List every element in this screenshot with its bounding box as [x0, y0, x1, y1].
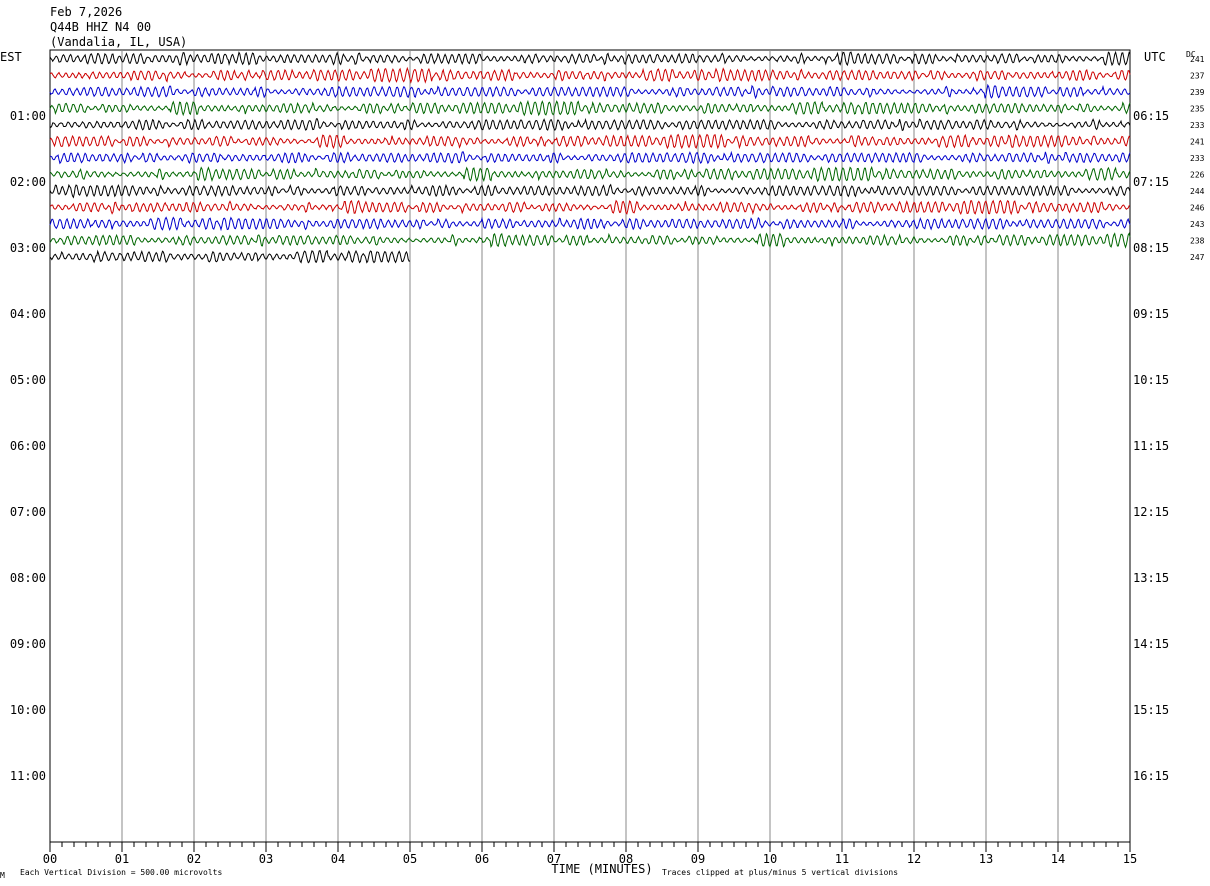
right-timezone-label: UTC: [1144, 50, 1166, 64]
right-hour-label: 06:15: [1133, 109, 1169, 123]
dc-value: 247: [1190, 253, 1205, 262]
header-location: (Vandalia, IL, USA): [50, 35, 187, 49]
dc-value: 241: [1190, 55, 1205, 64]
x-tick-label: 13: [979, 852, 993, 866]
dc-value: 235: [1190, 104, 1205, 113]
x-tick-label: 12: [907, 852, 921, 866]
dc-value: 244: [1190, 187, 1205, 196]
seismic-trace-row: [49, 50, 1131, 67]
x-tick-label: 11: [835, 852, 849, 866]
dc-value: 226: [1190, 170, 1205, 179]
seismic-trace-row: [49, 117, 1131, 132]
left-hour-label: 09:00: [10, 637, 46, 651]
seismic-trace-row: [49, 66, 1131, 84]
left-hour-label: 07:00: [10, 505, 46, 519]
right-hour-label: 09:15: [1133, 307, 1169, 321]
seismic-trace-row: [49, 199, 1131, 216]
right-hour-label: 13:15: [1133, 571, 1169, 585]
dc-value: 237: [1190, 71, 1205, 80]
right-hour-label: 15:15: [1133, 703, 1169, 717]
x-tick-label: 15: [1123, 852, 1137, 866]
left-hour-label: 11:00: [10, 769, 46, 783]
clip-note: Traces clipped at plus/minus 5 vertical …: [662, 868, 898, 877]
x-tick-label: 14: [1051, 852, 1065, 866]
trace-rows: [49, 50, 1131, 264]
x-axis-label: TIME (MINUTES): [551, 862, 652, 876]
left-hour-label: 05:00: [10, 373, 46, 387]
seismic-trace-row: [49, 133, 1131, 150]
left-timezone-label: EST: [0, 50, 22, 64]
left-hour-label: 03:00: [10, 241, 46, 255]
left-hour-label: 02:00: [10, 175, 46, 189]
dc-offset-values: 241 237 239 235 233 241 233 226 244 246 243 238 247: [1190, 55, 1205, 262]
seismic-trace-row: [49, 249, 411, 264]
seismic-trace-row: [49, 150, 1131, 165]
x-tick-label: 04: [331, 852, 345, 866]
dc-value: 238: [1190, 236, 1205, 245]
header-station: Q44B HHZ N4 00: [50, 20, 151, 34]
left-hour-label: 06:00: [10, 439, 46, 453]
right-hour-label: 11:15: [1133, 439, 1169, 453]
x-tick-label: 03: [259, 852, 273, 866]
dc-value: 246: [1190, 203, 1205, 212]
right-hour-label: 12:15: [1133, 505, 1169, 519]
x-tick-label: 10: [763, 852, 777, 866]
seismic-trace-row: [49, 83, 1131, 100]
seismic-trace-row: [49, 183, 1131, 199]
helicorder-chart: Feb 7,2026 Q44B HHZ N4 00 (Vandalia, IL,…: [0, 5, 1205, 880]
x-tick-label: 00: [43, 852, 57, 866]
minute-gridlines: [49, 49, 1131, 843]
right-hour-label: 08:15: [1133, 241, 1169, 255]
plot-frame: [49, 49, 1131, 843]
x-tick-label: 09: [691, 852, 705, 866]
dc-value: 233: [1190, 154, 1205, 163]
seismic-trace-row: [49, 165, 1131, 183]
left-hour-label: 08:00: [10, 571, 46, 585]
header-date: Feb 7,2026: [50, 5, 122, 19]
seismic-trace-row: [49, 99, 1131, 117]
x-tick-label: 02: [187, 852, 201, 866]
scale-note: Each Vertical Division = 500.00 microvol…: [20, 868, 222, 877]
dc-value: 243: [1190, 220, 1205, 229]
seismic-trace-row: [49, 232, 1131, 249]
corner-mark: M: [0, 871, 5, 880]
left-hour-labels: 01:00 02:00 03:00 04:00 05:00 06:00 07:00 08:00…: [10, 109, 46, 783]
right-hour-labels: 06:15 07:15 08:15 09:15 10:15 11:15 12:15 13:15…: [1133, 109, 1169, 783]
left-hour-label: 04:00: [10, 307, 46, 321]
right-hour-label: 07:15: [1133, 175, 1169, 189]
x-tick-label: 01: [115, 852, 129, 866]
left-hour-label: 10:00: [10, 703, 46, 717]
left-hour-label: 01:00: [10, 109, 46, 123]
seismic-trace-row: [49, 216, 1131, 232]
dc-value: 241: [1190, 137, 1205, 146]
dc-value: 239: [1190, 88, 1205, 97]
right-hour-label: 10:15: [1133, 373, 1169, 387]
dc-value: 233: [1190, 121, 1205, 130]
x-tick-label: 05: [403, 852, 417, 866]
right-hour-label: 16:15: [1133, 769, 1169, 783]
right-hour-label: 14:15: [1133, 637, 1169, 651]
x-tick-label: 06: [475, 852, 489, 866]
